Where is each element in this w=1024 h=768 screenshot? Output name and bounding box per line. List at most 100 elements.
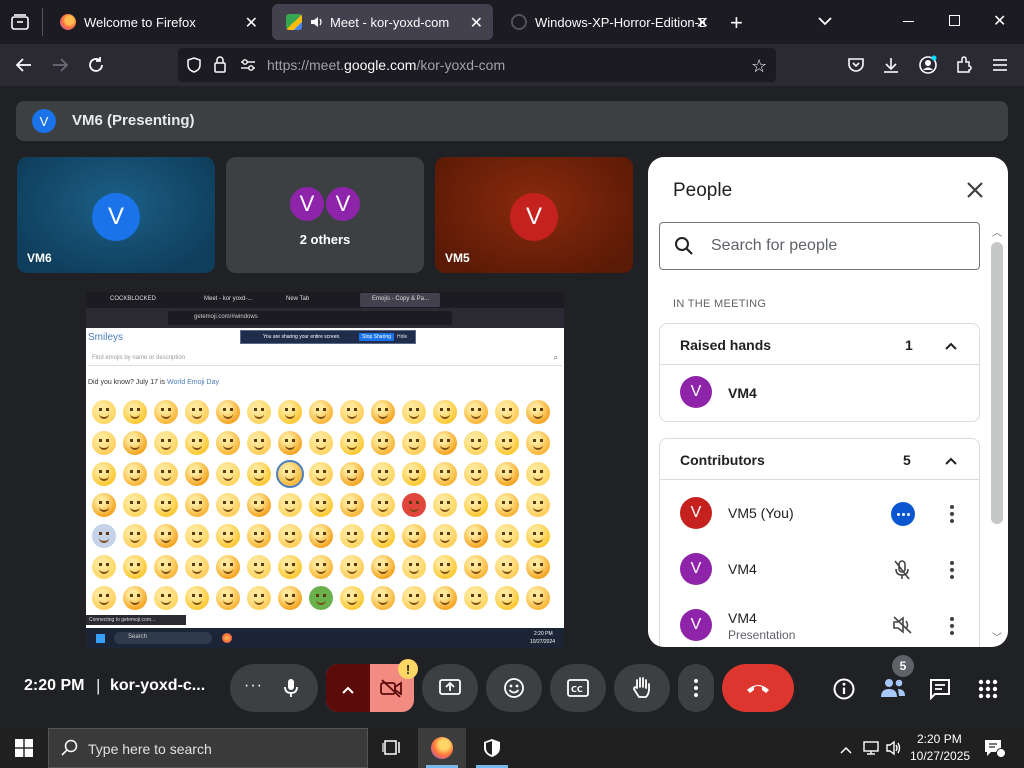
- close-tab-icon[interactable]: ✕: [696, 13, 709, 33]
- search-icon: ⌕: [553, 353, 558, 362]
- emoji-icon: [504, 678, 524, 698]
- leave-call-button[interactable]: [722, 664, 794, 712]
- emoji-mouth: [533, 476, 543, 481]
- emoji-cell: [92, 586, 116, 610]
- tab-overview-icon[interactable]: [10, 12, 30, 32]
- chevron-up-icon[interactable]: [944, 453, 958, 471]
- close-tab-icon[interactable]: ✕: [470, 13, 483, 33]
- emoji-face: [161, 408, 171, 411]
- scrollbar-thumb[interactable]: [991, 242, 1003, 524]
- emoji-mouth: [471, 600, 481, 605]
- close-tab-icon[interactable]: ✕: [245, 13, 258, 33]
- tab-windows-xp[interactable]: Windows-XP-Horror-Edition-BS ✕: [497, 4, 719, 40]
- emoji-mouth: [130, 600, 140, 605]
- hang-up-icon: [747, 685, 769, 693]
- tab-google-meet[interactable]: Meet - kor-yoxd-com ✕: [272, 4, 493, 40]
- participant-row[interactable]: V VM4: [660, 366, 990, 422]
- shield-icon[interactable]: [186, 57, 202, 78]
- raised-hands-section: Raised hands 1 V VM4: [659, 323, 980, 422]
- emoji-cell: [185, 524, 209, 548]
- emoji-face: [254, 470, 264, 473]
- emoji-cell: [185, 400, 209, 424]
- participant-row[interactable]: V VM5 (You): [660, 489, 990, 545]
- lock-icon[interactable]: [213, 56, 227, 78]
- tab-welcome-firefox[interactable]: Welcome to Firefox ✕: [46, 4, 268, 40]
- emoji-mouth: [192, 538, 202, 543]
- participant-menu-icon[interactable]: [940, 614, 964, 638]
- camera-off-icon[interactable]: [379, 678, 403, 703]
- participant-tile-others[interactable]: V V 2 others: [226, 157, 424, 273]
- raise-hand-button[interactable]: [614, 664, 670, 712]
- restore-icon[interactable]: [949, 15, 960, 26]
- minimize-icon[interactable]: [903, 21, 914, 22]
- network-icon[interactable]: [862, 739, 880, 762]
- participant-row[interactable]: V VM4: [660, 545, 990, 601]
- chat-icon[interactable]: [928, 677, 952, 706]
- chevron-up-icon[interactable]: [341, 682, 355, 700]
- start-button[interactable]: [0, 728, 48, 768]
- chevron-up-icon[interactable]: [944, 338, 958, 356]
- reload-icon[interactable]: [83, 52, 109, 78]
- taskbar-security[interactable]: [468, 728, 516, 768]
- speaker-icon[interactable]: [310, 15, 324, 29]
- close-window-icon[interactable]: ✕: [993, 11, 1006, 31]
- emoji-mouth: [254, 600, 264, 605]
- account-icon[interactable]: [915, 52, 941, 78]
- search-people-input[interactable]: Search for people: [659, 222, 980, 270]
- emoji-mouth: [161, 507, 171, 512]
- meeting-details-icon[interactable]: [832, 677, 856, 706]
- permissions-icon[interactable]: [240, 58, 256, 77]
- emoji-face: [378, 594, 388, 597]
- participant-menu-icon[interactable]: [940, 502, 964, 526]
- more-audio-icon[interactable]: ···: [244, 677, 263, 695]
- emoji-cell: [247, 493, 271, 517]
- emoji-face: [378, 501, 388, 504]
- task-view-icon[interactable]: [382, 739, 402, 762]
- contributors-header[interactable]: Contributors 5: [660, 439, 979, 480]
- bookmark-star-icon[interactable]: ☆: [751, 56, 767, 77]
- reactions-button[interactable]: [486, 664, 542, 712]
- notifications-icon[interactable]: [983, 738, 1006, 763]
- emoji-mouth: [285, 476, 295, 481]
- taskbar-search-box[interactable]: Type here to search: [48, 728, 368, 768]
- volume-icon[interactable]: [885, 739, 903, 762]
- participant-row[interactable]: V VM4 Presentation: [660, 601, 990, 647]
- emoji-cell: [526, 586, 550, 610]
- close-panel-icon[interactable]: [966, 181, 984, 204]
- pocket-icon[interactable]: [843, 52, 869, 78]
- more-options-button[interactable]: [678, 664, 714, 712]
- clock-date[interactable]: 10/27/2025: [910, 749, 970, 763]
- show-hidden-icons[interactable]: [839, 742, 853, 760]
- emoji-cell: [433, 493, 457, 517]
- participant-menu-icon[interactable]: [940, 558, 964, 582]
- microphone-icon[interactable]: [282, 677, 300, 704]
- audio-settings-button[interactable]: ···: [230, 664, 318, 712]
- scroll-down-icon[interactable]: ﹀: [992, 629, 1002, 644]
- emoji-cell: [402, 462, 426, 486]
- clock-time[interactable]: 2:20 PM: [917, 732, 962, 746]
- emoji-face: [192, 501, 202, 504]
- emoji-cell: [123, 431, 147, 455]
- downloads-icon[interactable]: [878, 52, 904, 78]
- people-icon[interactable]: [880, 677, 906, 704]
- participant-tile-vm6[interactable]: V VM6: [17, 157, 215, 273]
- more-options-icon[interactable]: [891, 502, 915, 526]
- present-screen-button[interactable]: [422, 664, 478, 712]
- new-tab-icon[interactable]: +: [730, 10, 743, 36]
- panel-scrollbar[interactable]: ︿ ﹀: [989, 224, 1005, 647]
- forward-icon[interactable]: [47, 52, 73, 78]
- raised-hands-header[interactable]: Raised hands 1: [660, 324, 979, 365]
- list-tabs-icon[interactable]: [817, 14, 833, 32]
- activities-icon[interactable]: [978, 679, 998, 704]
- taskbar-firefox[interactable]: [418, 728, 466, 768]
- participant-tile-vm5[interactable]: V VM5: [435, 157, 633, 273]
- menu-icon[interactable]: [987, 52, 1013, 78]
- scroll-up-icon[interactable]: ︿: [992, 224, 1002, 239]
- captions-button[interactable]: CC: [550, 664, 606, 712]
- browser-nav-bar: https://meet.google.com/kor-yoxd-com ☆: [0, 44, 1024, 86]
- emoji-mouth: [223, 538, 233, 543]
- url-bar[interactable]: https://meet.google.com/kor-yoxd-com ☆: [178, 48, 776, 82]
- emoji-mouth: [316, 600, 326, 605]
- extensions-icon[interactable]: [951, 52, 977, 78]
- back-icon[interactable]: [11, 52, 37, 78]
